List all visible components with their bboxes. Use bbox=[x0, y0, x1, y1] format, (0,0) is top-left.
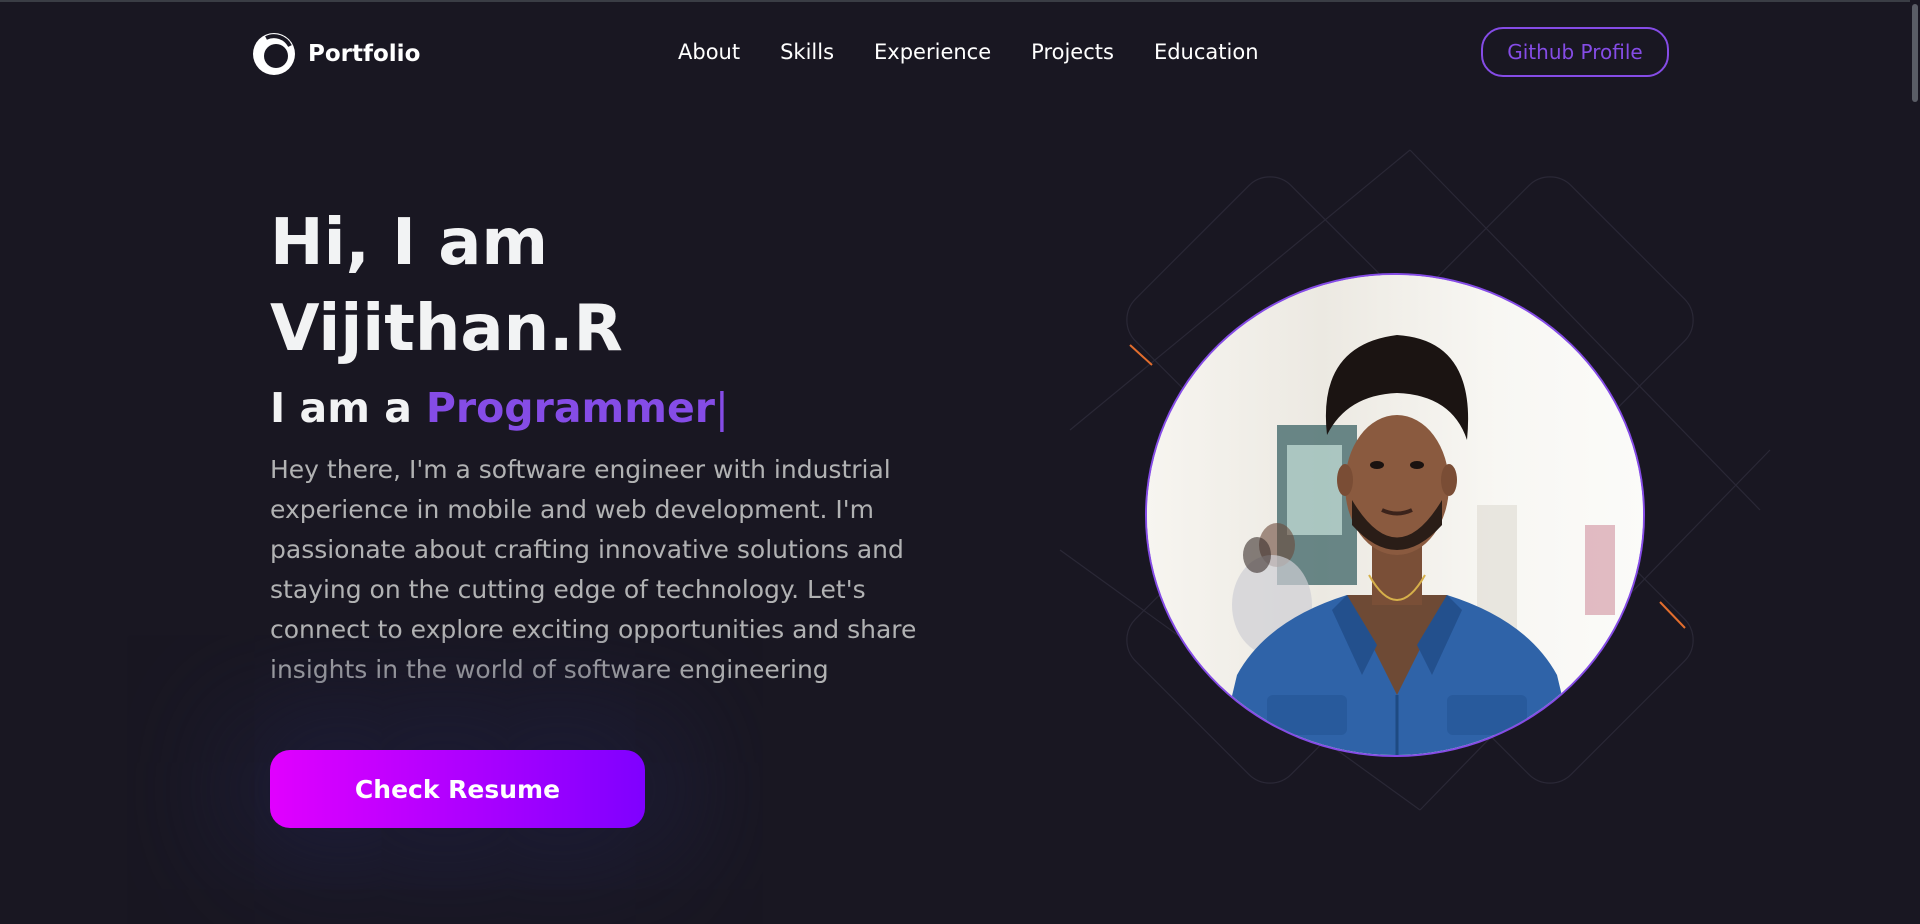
hero-title: Hi, I am Vijithan.R bbox=[270, 200, 950, 372]
hero-title-line1: Hi, I am bbox=[270, 206, 549, 280]
scrollbar[interactable] bbox=[1910, 0, 1920, 924]
logo-text: Portfolio bbox=[308, 41, 421, 67]
navbar: Portfolio About Skills Experience Projec… bbox=[0, 2, 1910, 100]
nav-link-projects[interactable]: Projects bbox=[1031, 40, 1114, 64]
role-prefix: I am a bbox=[270, 384, 412, 432]
nav-link-about[interactable]: About bbox=[678, 40, 740, 64]
profile-photo bbox=[1145, 273, 1645, 757]
nav-link-experience[interactable]: Experience bbox=[874, 40, 991, 64]
hero-text-container: Hi, I am Vijithan.R I am a Programmer | … bbox=[270, 200, 950, 690]
github-profile-button[interactable]: Github Profile bbox=[1481, 27, 1669, 77]
scrollbar-thumb[interactable] bbox=[1912, 4, 1918, 102]
role-typewriter-text: Programmer bbox=[425, 384, 716, 432]
check-resume-button[interactable]: Check Resume bbox=[270, 750, 645, 828]
hero-role: I am a Programmer | bbox=[270, 384, 950, 432]
portfolio-logo-icon bbox=[252, 32, 296, 76]
logo-link[interactable]: Portfolio bbox=[252, 32, 420, 76]
nav-link-skills[interactable]: Skills bbox=[780, 40, 834, 64]
portfolio-page: Portfolio About Skills Experience Projec… bbox=[0, 0, 1920, 924]
nav-link-education[interactable]: Education bbox=[1154, 40, 1259, 64]
hero-description: Hey there, I'm a software engineer with … bbox=[270, 455, 917, 684]
typewriter-caret: | bbox=[715, 384, 729, 432]
hero-title-name: Vijithan.R bbox=[270, 292, 623, 366]
nav-links: About Skills Experience Projects Educati… bbox=[678, 40, 1299, 64]
